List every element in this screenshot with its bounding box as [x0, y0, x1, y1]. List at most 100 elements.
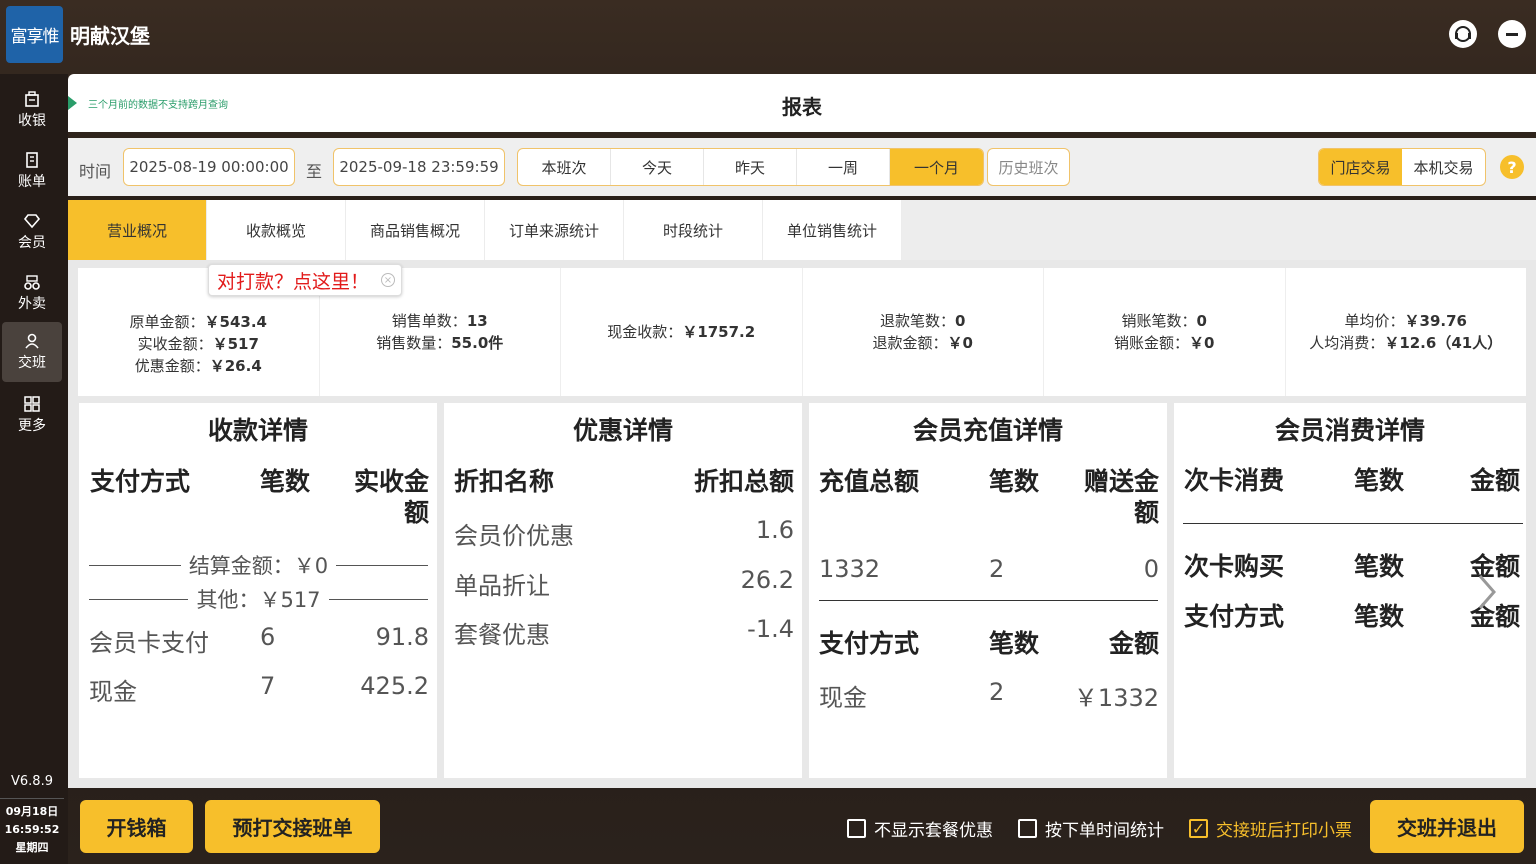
- void-count-value: 0: [1196, 312, 1207, 330]
- orig-value: ￥543.4: [204, 313, 267, 331]
- void-amount-label: 销账金额：: [1114, 334, 1190, 352]
- table-cell: 0: [1143, 555, 1159, 583]
- scope-local[interactable]: 本机交易: [1402, 149, 1485, 185]
- per-label: 人均消费：: [1309, 334, 1385, 352]
- tab-product-sales[interactable]: 商品销售概况: [346, 200, 485, 260]
- card-title: 会员充值详情: [912, 416, 1063, 445]
- settle-label: 结算金额：￥0: [188, 554, 329, 578]
- handover-exit-button[interactable]: 交班并退出: [1370, 800, 1524, 853]
- col-header: 折扣名称: [454, 467, 555, 496]
- sidebar-item-register[interactable]: 收银: [0, 80, 64, 140]
- refund-amount-label: 退款金额：: [872, 334, 948, 352]
- sidebar-item-more[interactable]: 更多: [0, 385, 64, 445]
- bill-icon: [26, 152, 38, 168]
- tab-order-source[interactable]: 订单来源统计: [485, 200, 624, 260]
- sidebar-item-label: 更多: [18, 418, 46, 434]
- date-label: 09月18日: [5, 805, 59, 818]
- report-tabs: 营业概况 收款概览 商品销售概况 订单来源统计 时段统计 单位销售统计: [68, 200, 1536, 260]
- sidebar-item-label: 账单: [18, 174, 46, 190]
- col-header: 金额: [1470, 466, 1521, 495]
- table-cell: 2: [989, 555, 1005, 583]
- weekday-label: 星期四: [15, 841, 49, 854]
- table-cell: 1332: [819, 555, 881, 583]
- checkbox-box: [847, 819, 866, 838]
- sidebar-item-label: 外卖: [18, 296, 46, 312]
- chevron-right-icon[interactable]: [1476, 572, 1498, 622]
- scope-store[interactable]: 门店交易: [1319, 149, 1402, 185]
- range-month[interactable]: 一个月: [890, 149, 983, 185]
- table-cell: ￥1332: [1073, 684, 1159, 712]
- recharge-detail-card: 会员充值详情 充值总额 笔数 赠送金额 1332 2 0 支付方式 笔数 金额 …: [809, 403, 1167, 778]
- sidebar-item-bill[interactable]: 账单: [0, 141, 64, 201]
- diamond-icon: [23, 214, 41, 229]
- order-time-stats-checkbox[interactable]: 按下单时间统计: [1018, 816, 1164, 841]
- version-label: V6.8.9: [11, 774, 53, 789]
- open-drawer-button[interactable]: 开钱箱: [80, 800, 193, 853]
- range-week[interactable]: 一周: [797, 149, 890, 185]
- delivery-icon: [24, 275, 40, 290]
- end-datetime-field[interactable]: 2025-09-18 23:59:59: [333, 148, 505, 186]
- hide-combo-discount-checkbox[interactable]: 不显示套餐优惠: [847, 816, 993, 841]
- col-header: 次卡消费: [1184, 466, 1285, 495]
- sidebar-item-handover[interactable]: 交班: [2, 322, 62, 382]
- cash-label: 现金收款：: [607, 323, 683, 341]
- tab-business-overview[interactable]: 营业概况: [68, 200, 207, 260]
- summary-row: 销售数量： 55.0件: [376, 332, 503, 354]
- range-current-shift[interactable]: 本班次: [518, 149, 611, 185]
- col-header: 实收金额: [353, 467, 429, 527]
- qty-label: 销售数量：: [376, 334, 452, 352]
- table-cell: 套餐优惠: [454, 621, 550, 649]
- history-shift-button[interactable]: 历史班次: [987, 148, 1070, 186]
- tab-time-period[interactable]: 时段统计: [624, 200, 763, 260]
- card-title: 收款详情: [207, 416, 308, 445]
- divider: [819, 600, 1158, 601]
- table-cell: 7: [260, 672, 276, 700]
- cash-value: ￥1757.2: [682, 323, 756, 341]
- disc-value: ￥26.4: [209, 357, 262, 375]
- summary-row: 优惠金额： ￥26.4: [135, 355, 262, 377]
- tooltip-text: 对打款？点这里！: [217, 270, 370, 293]
- print-receipt-checkbox[interactable]: ✓ 交接班后打印小票: [1189, 816, 1352, 841]
- support-icon[interactable]: [1449, 20, 1477, 48]
- summary-row: 现金收款： ￥1757.2: [607, 321, 755, 343]
- scope-selector: 门店交易 本机交易: [1318, 148, 1486, 186]
- sidebar-item-delivery[interactable]: 外卖: [0, 263, 64, 323]
- summary-refund: 退款笔数： 0 退款金额： ￥0: [803, 268, 1044, 396]
- sidebar-item-member[interactable]: 会员: [0, 202, 64, 262]
- filter-bar: 时间 2025-08-19 00:00:00 至 2025-09-18 23:5…: [68, 138, 1536, 196]
- table-cell: 会员卡支付: [89, 629, 209, 657]
- discount-detail-card: 优惠详情 折扣名称 折扣总额 会员价优惠 1.6 单品折让 26.2 套餐优惠 …: [444, 403, 802, 778]
- orders-label: 销售单数：: [391, 312, 467, 330]
- col-header: 充值总额: [819, 467, 920, 496]
- void-amount-value: ￥0: [1189, 334, 1215, 352]
- page-title: 报表: [782, 95, 822, 119]
- tab-payment-overview[interactable]: 收款概览: [207, 200, 346, 260]
- preprint-handover-button[interactable]: 预打交接班单: [205, 800, 380, 853]
- start-datetime-field[interactable]: 2025-08-19 00:00:00: [123, 148, 295, 186]
- table-cell: 1.6: [755, 516, 794, 544]
- paid-value: ￥517: [212, 335, 259, 353]
- qty-value: 55.0件: [451, 334, 504, 352]
- other-label: 其他：￥517: [196, 588, 321, 612]
- checkbox-label: 按下单时间统计: [1045, 821, 1164, 841]
- time-label: 16:59:52: [4, 823, 60, 836]
- summary-row: 人均消费： ￥12.6（41人）: [1309, 332, 1502, 354]
- tabs-filler: [902, 200, 1536, 260]
- table-cell: 26.2: [740, 566, 794, 594]
- top-bar: 富享惟 明献汉堡: [0, 0, 1536, 74]
- per-value: ￥12.6（41人）: [1384, 334, 1503, 352]
- summary-row: 原单金额： ￥543.4: [130, 311, 267, 333]
- close-icon[interactable]: ×: [381, 273, 395, 287]
- disc-label: 优惠金额：: [134, 357, 210, 375]
- reconcile-tooltip[interactable]: 对打款？点这里！ ×: [208, 264, 402, 296]
- range-yesterday[interactable]: 昨天: [704, 149, 797, 185]
- col-header: 支付方式: [90, 467, 191, 496]
- orders-value: 13: [466, 312, 488, 330]
- minimize-icon[interactable]: [1498, 20, 1526, 48]
- sidebar: 收银 账单 会员 外卖 交班 更多 V6.8.9 09月18日 16:59:52…: [0, 74, 68, 864]
- help-icon[interactable]: ?: [1500, 155, 1524, 179]
- table-cell: 91.8: [375, 623, 429, 651]
- range-today[interactable]: 今天: [611, 149, 704, 185]
- settle-divider: 结算金额：￥0: [89, 550, 428, 580]
- tab-unit-sales[interactable]: 单位销售统计: [763, 200, 902, 260]
